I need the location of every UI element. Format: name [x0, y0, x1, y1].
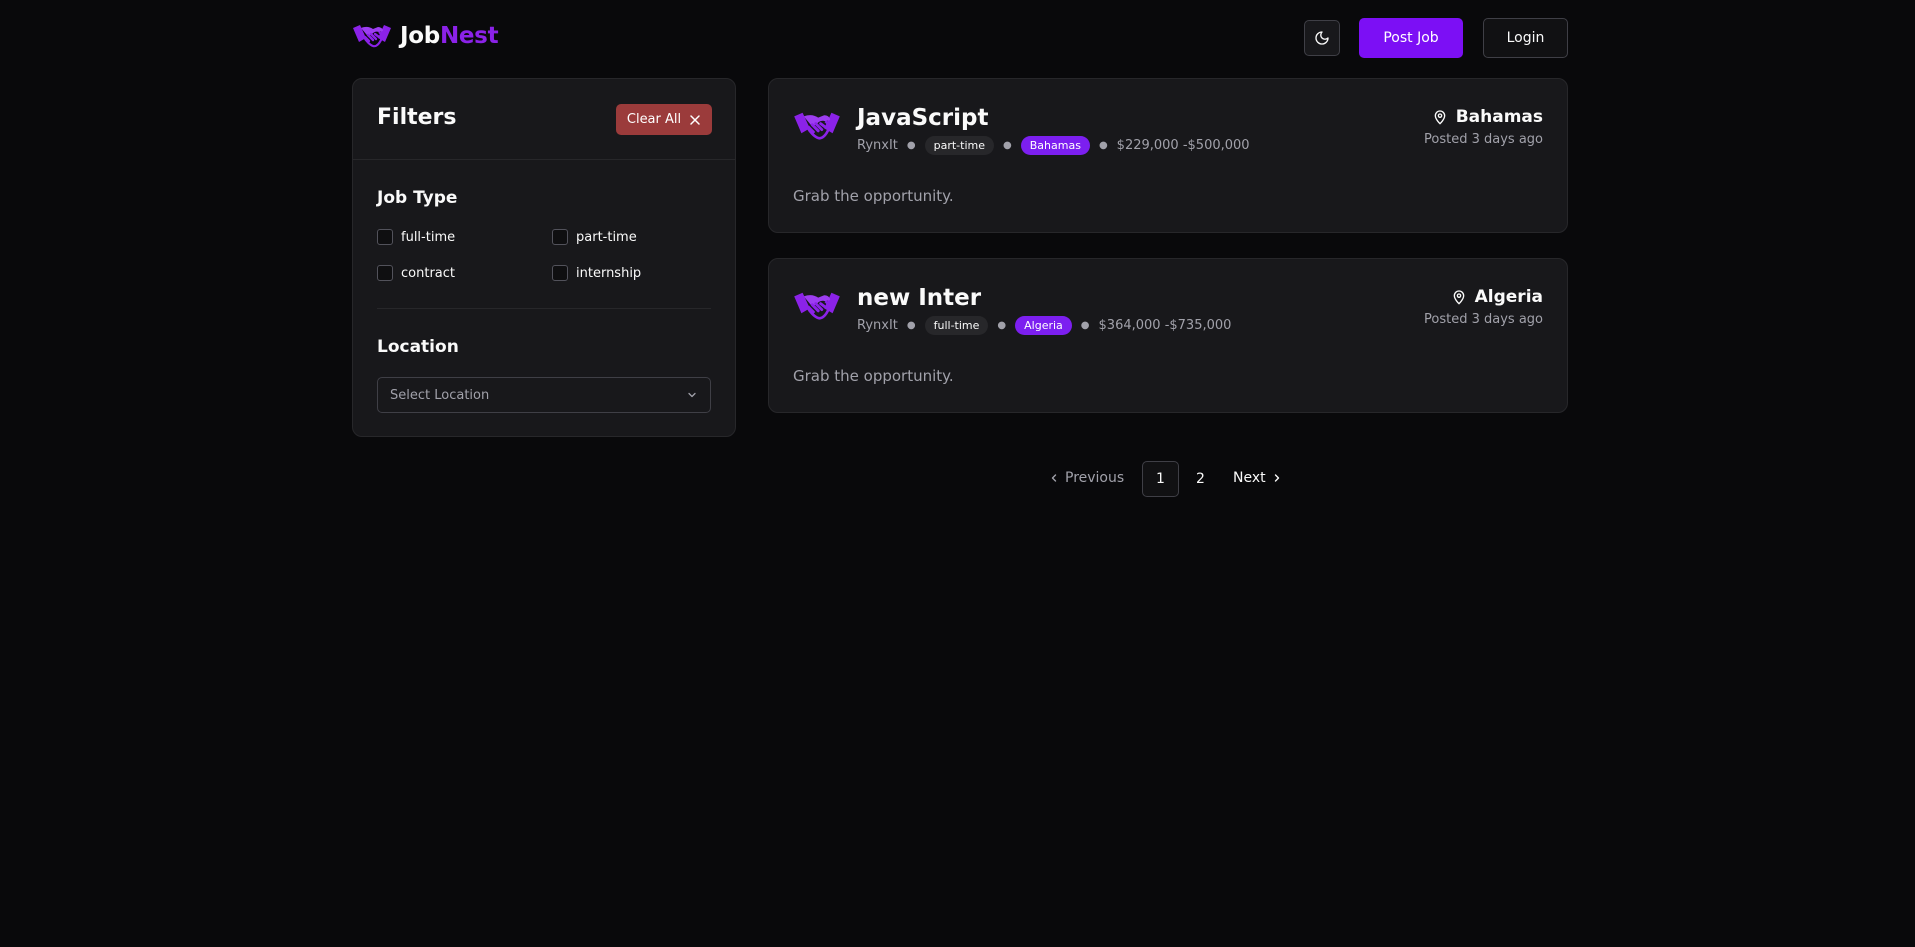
checkbox-internship[interactable]: internship — [552, 265, 641, 281]
posted-time: Posted 3 days ago — [1424, 312, 1543, 327]
chevron-down-icon — [688, 392, 696, 398]
job-location-text: Algeria — [1474, 287, 1543, 307]
divider — [353, 159, 735, 160]
previous-label: Previous — [1065, 470, 1125, 486]
chevron-left-icon — [1051, 474, 1057, 482]
location-badge: Algeria — [1015, 316, 1072, 335]
pagination: Previous 1 2 Next — [1049, 461, 1289, 497]
company-name: RynxIt — [857, 318, 898, 333]
salary-range: $229,000 -$500,000 — [1116, 138, 1250, 153]
checkbox-box[interactable] — [377, 265, 393, 281]
next-label: Next — [1233, 470, 1266, 486]
next-page-button[interactable]: Next — [1233, 470, 1282, 486]
top-navbar: JobNest Post Job Login — [352, 18, 1568, 58]
checkbox-label: full-time — [401, 229, 456, 245]
job-description: Grab the opportunity. — [793, 187, 954, 205]
map-pin-icon — [1434, 110, 1446, 125]
job-title: new Inter — [857, 285, 982, 311]
job-type-badge: part-time — [924, 136, 995, 155]
job-description: Grab the opportunity. — [793, 367, 954, 385]
checkbox-contract[interactable]: contract — [377, 265, 455, 281]
salary-range: $364,000 -$735,000 — [1098, 318, 1232, 333]
separator-dot: ● — [1003, 140, 1012, 151]
filters-title: Filters — [377, 105, 457, 130]
company-name: RynxIt — [857, 138, 898, 153]
job-meta: RynxIt ● part-time ● Bahamas ● $229,000 … — [857, 136, 1250, 155]
job-type-badge: full-time — [924, 316, 989, 335]
separator-dot: ● — [1098, 140, 1108, 151]
checkbox-full-time[interactable]: full-time — [377, 229, 455, 245]
checkbox-part-time[interactable]: part-time — [552, 229, 637, 245]
checkbox-box[interactable] — [552, 229, 568, 245]
logo[interactable]: JobNest — [352, 22, 499, 50]
job-location-text: Bahamas — [1455, 107, 1543, 127]
handshake-icon — [352, 22, 392, 50]
divider — [377, 308, 711, 309]
close-icon — [690, 114, 700, 125]
checkbox-box[interactable] — [552, 265, 568, 281]
clear-all-label: Clear All — [626, 112, 682, 127]
page-button-1[interactable]: 1 — [1142, 461, 1179, 497]
filters-panel: Filters Clear All Job Type full-time par… — [352, 78, 736, 437]
location-select[interactable]: Select Location — [377, 377, 711, 413]
theme-toggle-button[interactable] — [1304, 20, 1340, 56]
job-meta: RynxIt ● full-time ● Algeria ● $364,000 … — [857, 316, 1231, 335]
map-pin-icon — [1453, 290, 1464, 305]
location-select-placeholder: Select Location — [390, 387, 490, 403]
page-button-2[interactable]: 2 — [1182, 461, 1219, 497]
checkbox-box[interactable] — [377, 229, 393, 245]
job-card[interactable]: JavaScript RynxIt ● part-time ● Bahamas … — [768, 78, 1568, 233]
checkbox-label: contract — [401, 265, 455, 281]
posted-time: Posted 3 days ago — [1424, 132, 1543, 147]
handshake-icon — [793, 109, 841, 143]
handshake-icon — [793, 289, 841, 323]
location-badge: Bahamas — [1020, 136, 1090, 155]
job-title: JavaScript — [857, 105, 989, 131]
previous-page-button[interactable]: Previous — [1049, 470, 1124, 486]
separator-dot: ● — [1080, 320, 1090, 331]
moon-icon — [1315, 31, 1329, 45]
job-location: Algeria — [1451, 287, 1543, 307]
login-button[interactable]: Login — [1483, 18, 1568, 58]
separator-dot: ● — [906, 320, 916, 331]
logo-text-job: Job — [400, 23, 440, 49]
separator-dot: ● — [997, 320, 1007, 331]
logo-text-nest: Nest — [439, 23, 499, 49]
clear-all-button[interactable]: Clear All — [616, 104, 712, 135]
job-card[interactable]: new Inter RynxIt ● full-time ● Algeria ●… — [768, 258, 1568, 413]
location-title: Location — [377, 337, 459, 357]
job-type-title: Job Type — [377, 188, 458, 208]
post-job-button[interactable]: Post Job — [1359, 18, 1463, 58]
checkbox-label: internship — [576, 265, 642, 281]
separator-dot: ● — [906, 140, 916, 151]
chevron-right-icon — [1274, 474, 1279, 482]
logo-text: JobNest — [400, 23, 499, 49]
checkbox-label: part-time — [576, 229, 637, 245]
job-location: Bahamas — [1432, 107, 1543, 127]
